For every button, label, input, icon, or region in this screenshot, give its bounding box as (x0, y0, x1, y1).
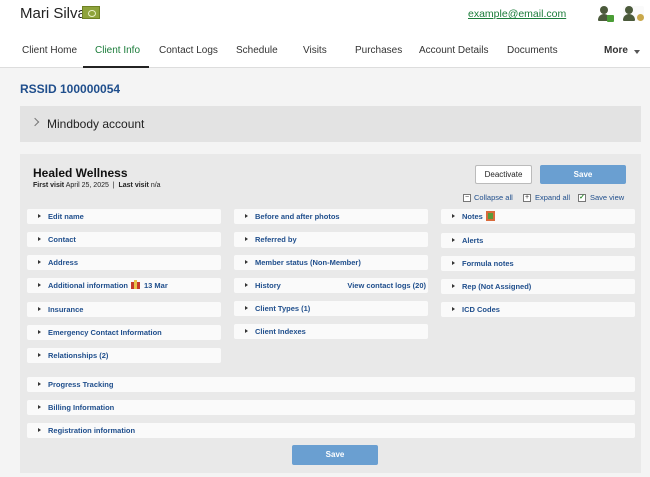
expand-arrow-icon (38, 307, 41, 311)
section-billing-information[interactable]: Billing Information (27, 400, 635, 415)
section-history[interactable]: History View contact logs (20) (234, 278, 428, 293)
tab-contact-logs[interactable]: Contact Logs (159, 45, 218, 56)
section-relationships[interactable]: Relationships (2) (27, 348, 221, 363)
save-button-bottom[interactable]: Save (292, 445, 378, 465)
expand-all-link[interactable]: Expand all (535, 193, 570, 202)
expand-arrow-icon (452, 307, 455, 311)
section-member-status[interactable]: Member status (Non-Member) (234, 255, 428, 270)
person-badge-icon[interactable] (623, 6, 644, 21)
expand-arrow-icon (38, 330, 41, 334)
visit-summary: First visit April 25, 2025 | Last visit … (33, 182, 161, 189)
section-insurance[interactable]: Insurance (27, 302, 221, 317)
tab-schedule[interactable]: Schedule (236, 45, 278, 56)
section-progress-tracking[interactable]: Progress Tracking (27, 377, 635, 392)
section-formula-notes[interactable]: Formula notes (441, 256, 635, 271)
expand-arrow-icon (38, 428, 41, 432)
expand-arrow-icon (38, 405, 41, 409)
expand-all-icon[interactable]: + (523, 194, 531, 202)
expand-arrow-icon (245, 283, 248, 287)
expand-arrow-icon (38, 260, 41, 264)
chevron-right-icon (30, 117, 40, 127)
tab-visits[interactable]: Visits (303, 45, 327, 56)
section-rep[interactable]: Rep (Not Assigned) (441, 279, 635, 294)
deactivate-button[interactable]: Deactivate (475, 165, 532, 184)
client-email-link[interactable]: example@email.com (468, 8, 566, 20)
tab-client-info[interactable]: Client Info (95, 45, 140, 56)
member-card-icon (82, 6, 100, 19)
expand-arrow-icon (245, 329, 248, 333)
expand-arrow-icon (245, 214, 248, 218)
expand-arrow-icon (452, 261, 455, 265)
expand-arrow-icon (452, 238, 455, 242)
collapse-all-link[interactable]: Collapse all (474, 193, 513, 202)
expand-arrow-icon (452, 284, 455, 288)
tab-client-home[interactable]: Client Home (22, 45, 77, 56)
notes-icon (485, 211, 495, 221)
expand-arrow-icon (452, 214, 455, 218)
section-edit-name[interactable]: Edit name (27, 209, 221, 224)
section-client-indexes[interactable]: Client Indexes (234, 324, 428, 339)
expand-arrow-icon (38, 214, 41, 218)
expand-arrow-icon (38, 283, 41, 287)
rssid-label: RSSID 100000054 (20, 82, 121, 96)
last-visit-label: Last visit (118, 182, 149, 189)
tab-bar: Client Home Client Info Contact Logs Sch… (0, 38, 650, 68)
mindbody-account-section[interactable]: Mindbody account (20, 106, 641, 142)
additional-info-date: 13 Mar (144, 281, 168, 290)
first-visit-label: First visit (33, 182, 65, 189)
save-view-check-icon[interactable]: ✓ (578, 194, 586, 202)
tab-documents[interactable]: Documents (507, 45, 558, 56)
section-alerts[interactable]: Alerts (441, 233, 635, 248)
section-notes[interactable]: Notes (441, 209, 635, 224)
first-visit-date: April 25, 2025 (65, 182, 109, 189)
expand-arrow-icon (245, 260, 248, 264)
tab-more[interactable]: More (604, 45, 628, 56)
tab-account-details[interactable]: Account Details (419, 45, 488, 56)
section-referred-by[interactable]: Referred by (234, 232, 428, 247)
section-additional-information[interactable]: Additional information 13 Mar (27, 278, 221, 293)
business-name: Healed Wellness (33, 166, 128, 180)
chevron-down-icon[interactable] (634, 50, 640, 54)
section-emergency-contact[interactable]: Emergency Contact Information (27, 325, 221, 340)
section-before-after-photos[interactable]: Before and after photos (234, 209, 428, 224)
section-registration-information[interactable]: Registration information (27, 423, 635, 438)
gift-icon (131, 280, 140, 289)
expand-arrow-icon (38, 237, 41, 241)
section-contact[interactable]: Contact (27, 232, 221, 247)
add-person-icon[interactable] (598, 6, 614, 22)
last-visit-value: n/a (150, 182, 161, 189)
expand-arrow-icon (245, 306, 248, 310)
collapse-all-icon[interactable]: − (463, 194, 471, 202)
section-icd-codes[interactable]: ICD Codes (441, 302, 635, 317)
expand-arrow-icon (38, 382, 41, 386)
expand-arrow-icon (245, 237, 248, 241)
expand-arrow-icon (38, 353, 41, 357)
mindbody-account-title: Mindbody account (47, 117, 145, 131)
tab-purchases[interactable]: Purchases (355, 45, 402, 56)
save-view-link[interactable]: Save view (590, 193, 624, 202)
save-button[interactable]: Save (540, 165, 626, 184)
section-client-types[interactable]: Client Types (1) (234, 301, 428, 316)
view-contact-logs-link[interactable]: View contact logs (20) (347, 278, 426, 293)
section-address[interactable]: Address (27, 255, 221, 270)
client-name: Mari Silva (20, 5, 86, 22)
